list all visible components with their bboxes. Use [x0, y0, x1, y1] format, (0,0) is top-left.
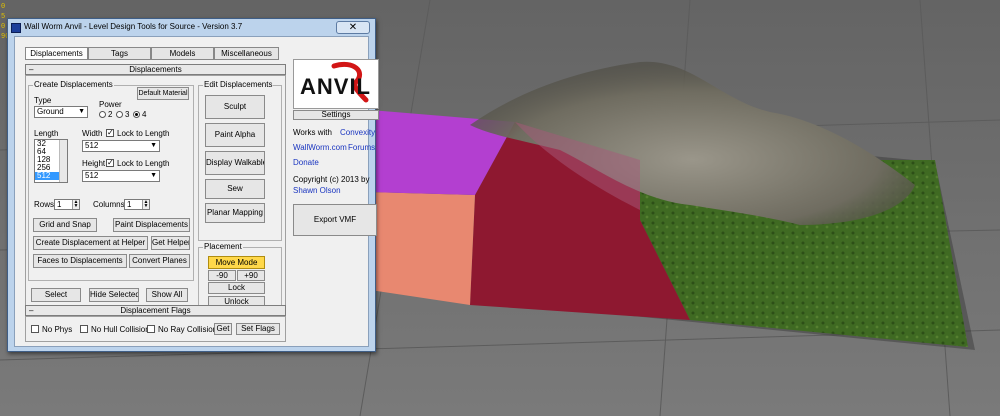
dialog-title: Wall Worm Anvil - Level Design Tools for…	[24, 22, 243, 31]
anvil-logo: ANVIL	[293, 59, 379, 109]
sculpt-button[interactable]: Sculpt	[205, 95, 265, 119]
no-ray-label: No Ray Collision	[158, 325, 218, 334]
get-flags-button[interactable]: Get	[214, 323, 232, 335]
forums-link[interactable]: Forums	[348, 143, 375, 152]
display-walkable-button[interactable]: Display Walkable	[205, 151, 265, 175]
no-phys-checkbox[interactable]	[31, 325, 39, 333]
power-label-3: 3	[125, 110, 130, 119]
check-icon: ✓	[107, 128, 114, 137]
no-hull-checkbox[interactable]	[80, 325, 88, 333]
rows-spinner[interactable]: 1 ▲ ▼	[54, 199, 80, 210]
width-select[interactable]: 512 ▼	[82, 140, 160, 152]
type-label: Type	[34, 96, 52, 105]
group-edit-title: Edit Displacements	[203, 80, 274, 89]
tab-displacements[interactable]: Displacements	[25, 47, 88, 60]
readout-line-1: 0	[1, 3, 6, 11]
chevron-down-icon: ▼	[78, 108, 85, 115]
rollout-displacements-header[interactable]: – Displacements	[25, 64, 286, 75]
spinner-arrows-icon[interactable]: ▲ ▼	[142, 200, 149, 209]
length-scrollbar[interactable]	[59, 140, 67, 182]
get-helper-button[interactable]: Get Helper	[151, 236, 190, 250]
width-value: 512	[85, 141, 99, 150]
rotate-plus-90-button[interactable]: +90	[237, 270, 265, 281]
type-value: Ground	[37, 107, 64, 116]
set-flags-button[interactable]: Set Flags	[236, 323, 280, 335]
width-lock-checkbox[interactable]: ✓	[106, 129, 114, 137]
dialog-titlebar[interactable]: Wall Worm Anvil - Level Design Tools for…	[8, 19, 375, 36]
create-at-helper-button[interactable]: Create Displacement at Helper	[33, 236, 148, 250]
height-lock-checkbox[interactable]: ✓	[106, 159, 114, 167]
author-link[interactable]: Shawn Olson	[293, 186, 341, 195]
no-hull-label: No Hull Collision	[91, 325, 150, 334]
copyright-label: Copyright (c) 2013 by	[293, 175, 370, 184]
length-listbox[interactable]: 32 64 128 256 512	[34, 139, 68, 183]
select-button[interactable]: Select	[31, 288, 81, 302]
rotate-minus-90-button[interactable]: -90	[208, 270, 236, 281]
logo-text: ANVIL	[300, 74, 371, 99]
columns-value: 1	[127, 200, 132, 209]
rollout-flags-title: Displacement Flags	[120, 306, 191, 315]
columns-label: Columns	[93, 200, 125, 209]
convexity-link[interactable]: Convexity	[340, 128, 375, 137]
power-radio-2[interactable]	[99, 111, 106, 118]
paint-alpha-button[interactable]: Paint Alpha	[205, 123, 265, 147]
group-placement-title: Placement	[203, 242, 243, 251]
wallworm-link[interactable]: WallWorm.com	[293, 143, 347, 152]
height-select[interactable]: 512 ▼	[82, 170, 160, 182]
power-radio-3[interactable]	[116, 111, 123, 118]
dialog-client: Displacements Tags Models Miscellaneous …	[14, 36, 379, 347]
grid-and-snap-button[interactable]: Grid and Snap	[33, 218, 97, 232]
rollout-flags-header[interactable]: – Displacement Flags	[25, 305, 286, 316]
no-phys-label: No Phys	[42, 325, 73, 334]
show-all-button[interactable]: Show All	[146, 288, 188, 302]
power-radio-4[interactable]	[133, 111, 140, 118]
app-icon	[11, 23, 21, 33]
type-select[interactable]: Ground ▼	[34, 106, 88, 118]
rollout-minimize-icon: –	[29, 65, 34, 74]
chevron-down-icon: ▼	[150, 172, 157, 179]
columns-spinner[interactable]: 1 ▲ ▼	[124, 199, 150, 210]
chevron-down-icon: ▼	[150, 142, 157, 149]
faces-to-displacements-button[interactable]: Faces to Displacements	[33, 254, 127, 268]
rows-value: 1	[57, 200, 62, 209]
power-label: Power	[99, 100, 122, 109]
height-label: Height	[82, 159, 106, 168]
tab-miscellaneous[interactable]: Miscellaneous	[214, 47, 279, 60]
power-label-2: 2	[108, 110, 113, 119]
paint-displacements-button[interactable]: Paint Displacements	[113, 218, 190, 232]
group-create-title: Create Displacements	[33, 80, 114, 89]
rows-label: Rows	[34, 200, 55, 209]
works-with-label: Works with	[293, 128, 332, 137]
donate-link[interactable]: Donate	[293, 158, 319, 167]
default-material-button[interactable]: Default Material	[137, 87, 189, 100]
tab-models[interactable]: Models	[151, 47, 214, 60]
planar-mapping-button[interactable]: Planar Mapping	[205, 203, 265, 223]
convert-planes-button[interactable]: Convert Planes	[129, 254, 190, 268]
width-label: Width	[82, 129, 103, 138]
width-lock-label: Lock to Length	[117, 129, 170, 138]
no-ray-checkbox[interactable]	[147, 325, 155, 333]
close-icon: ✕	[348, 22, 358, 33]
sew-button[interactable]: Sew	[205, 179, 265, 199]
spinner-arrows-icon[interactable]: ▲ ▼	[72, 200, 79, 209]
power-label-4: 4	[142, 110, 147, 119]
lock-button[interactable]: Lock	[208, 282, 265, 294]
settings-button[interactable]: Settings	[293, 110, 379, 120]
anvil-dialog: Wall Worm Anvil - Level Design Tools for…	[7, 18, 379, 352]
check-icon: ✓	[107, 158, 114, 167]
height-value: 512	[85, 171, 99, 180]
height-lock-label: Lock to Length	[117, 159, 170, 168]
rollout-displacements-title: Displacements	[129, 65, 182, 74]
move-mode-button[interactable]: Move Mode	[208, 256, 265, 269]
export-vmf-button[interactable]: Export VMF	[293, 204, 377, 236]
hide-selected-button[interactable]: Hide Selected	[89, 288, 139, 302]
rollout-minimize-icon: –	[29, 306, 34, 315]
close-button[interactable]: ✕	[336, 21, 370, 34]
tab-tags[interactable]: Tags	[88, 47, 151, 60]
terrain-salmon	[370, 192, 475, 305]
length-label: Length	[34, 129, 59, 138]
